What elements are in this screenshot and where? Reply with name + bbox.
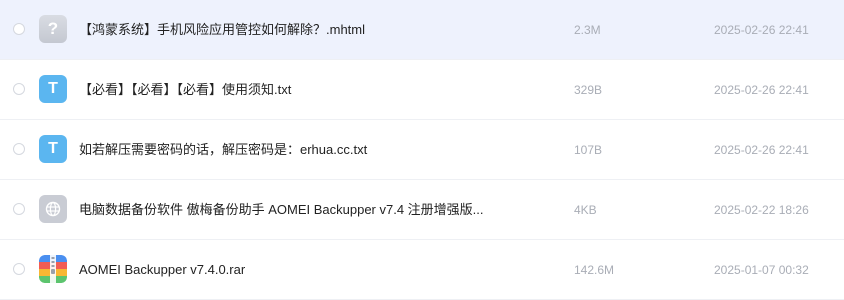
file-size: 2.3M <box>574 23 601 37</box>
file-name[interactable]: 【鸿蒙系统】手机风险应用管控如何解除？.mhtml <box>79 21 365 39</box>
row-checkbox[interactable] <box>13 263 25 275</box>
text-file-icon: T <box>39 75 67 103</box>
row-checkbox[interactable] <box>13 23 25 35</box>
file-date: 2025-02-26 22:41 <box>714 23 809 37</box>
file-date: 2025-01-07 00:32 <box>714 263 809 277</box>
text-file-icon: T <box>39 135 67 163</box>
file-list: ? 【鸿蒙系统】手机风险应用管控如何解除？.mhtml 2.3M 2025-02… <box>0 0 844 300</box>
file-name[interactable]: 电脑数据备份软件 傲梅备份助手 AOMEI Backupper v7.4 注册增… <box>79 201 484 219</box>
file-row[interactable]: T 【必看】【必看】【必看】使用须知.txt 329B 2025-02-26 2… <box>0 60 844 120</box>
file-size: 107B <box>574 143 603 157</box>
file-size: 142.6M <box>574 263 615 277</box>
file-row[interactable]: 电脑数据备份软件 傲梅备份助手 AOMEI Backupper v7.4 注册增… <box>0 180 844 240</box>
file-row[interactable]: ? 【鸿蒙系统】手机风险应用管控如何解除？.mhtml 2.3M 2025-02… <box>0 0 844 60</box>
row-checkbox[interactable] <box>13 143 25 155</box>
row-checkbox[interactable] <box>13 83 25 95</box>
archive-file-icon <box>39 255 67 283</box>
file-size: 4KB <box>574 203 597 217</box>
row-checkbox[interactable] <box>13 203 25 215</box>
file-date: 2025-02-26 22:41 <box>714 83 809 97</box>
file-row[interactable]: AOMEI Backupper v7.4.0.rar 142.6M 2025-0… <box>0 240 844 300</box>
file-date: 2025-02-22 18:26 <box>714 203 809 217</box>
file-date: 2025-02-26 22:41 <box>714 143 809 157</box>
globe-icon <box>45 201 61 217</box>
file-name[interactable]: 如若解压需要密码的话，解压密码是：erhua.cc.txt <box>79 141 367 159</box>
web-link-icon <box>39 195 67 223</box>
zip-archive-icon <box>39 255 67 283</box>
file-row[interactable]: T 如若解压需要密码的话，解压密码是：erhua.cc.txt 107B 202… <box>0 120 844 180</box>
unknown-file-icon: ? <box>39 15 67 43</box>
file-name[interactable]: AOMEI Backupper v7.4.0.rar <box>79 261 245 279</box>
file-name[interactable]: 【必看】【必看】【必看】使用须知.txt <box>79 81 291 99</box>
file-size: 329B <box>574 83 603 97</box>
